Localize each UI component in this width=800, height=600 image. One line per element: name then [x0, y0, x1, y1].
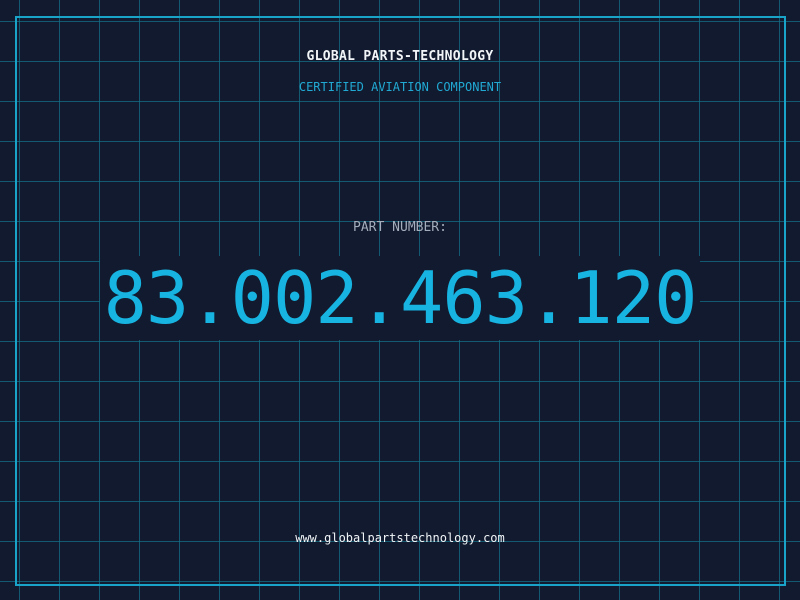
company-name: GLOBAL PARTS-TECHNOLOGY	[306, 49, 494, 64]
part-number-label: PART NUMBER:	[353, 220, 447, 235]
certification-subtitle: CERTIFIED AVIATION COMPONENT	[298, 80, 502, 94]
website-url: www.globalpartstechnology.com	[295, 531, 505, 545]
part-number-value: 83.002.463.120	[99, 256, 701, 340]
part-number-display: 83.002.463.120	[0, 256, 800, 340]
